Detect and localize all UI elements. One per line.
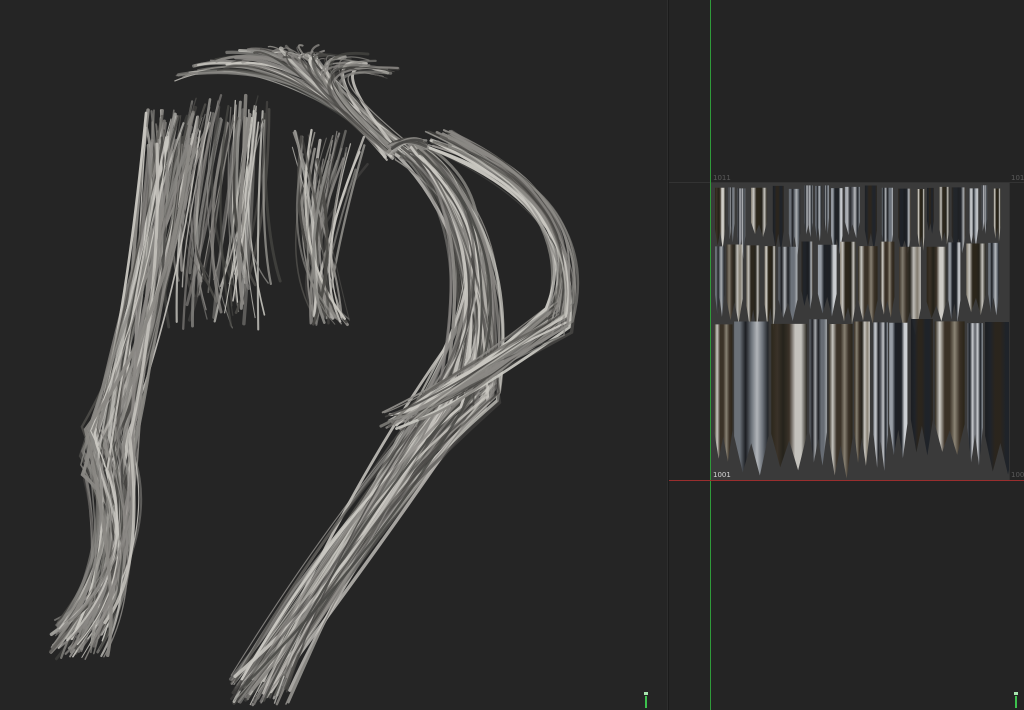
tile-label-1001: 1001 bbox=[713, 471, 731, 479]
tile-label-1002: 1002 bbox=[1011, 471, 1024, 479]
v-axis-line bbox=[710, 0, 711, 710]
uv-tile-1001[interactable] bbox=[711, 183, 1016, 480]
u-axis-line bbox=[669, 480, 1024, 481]
3d-viewport[interactable] bbox=[0, 0, 667, 710]
tile-label-1012: 1012 bbox=[1011, 174, 1024, 182]
uv-axis-gizmo-icon bbox=[1011, 692, 1021, 708]
tile-label-1011: 1011 bbox=[713, 174, 731, 182]
uv-islands[interactable] bbox=[711, 183, 1016, 480]
uv-editor-panel[interactable]: 1001 1011 1012 1002 bbox=[669, 0, 1024, 710]
viewport-axis-gizmo-icon bbox=[641, 692, 651, 708]
hair-mesh[interactable] bbox=[0, 0, 667, 710]
uv-grid-line bbox=[1009, 182, 1010, 480]
